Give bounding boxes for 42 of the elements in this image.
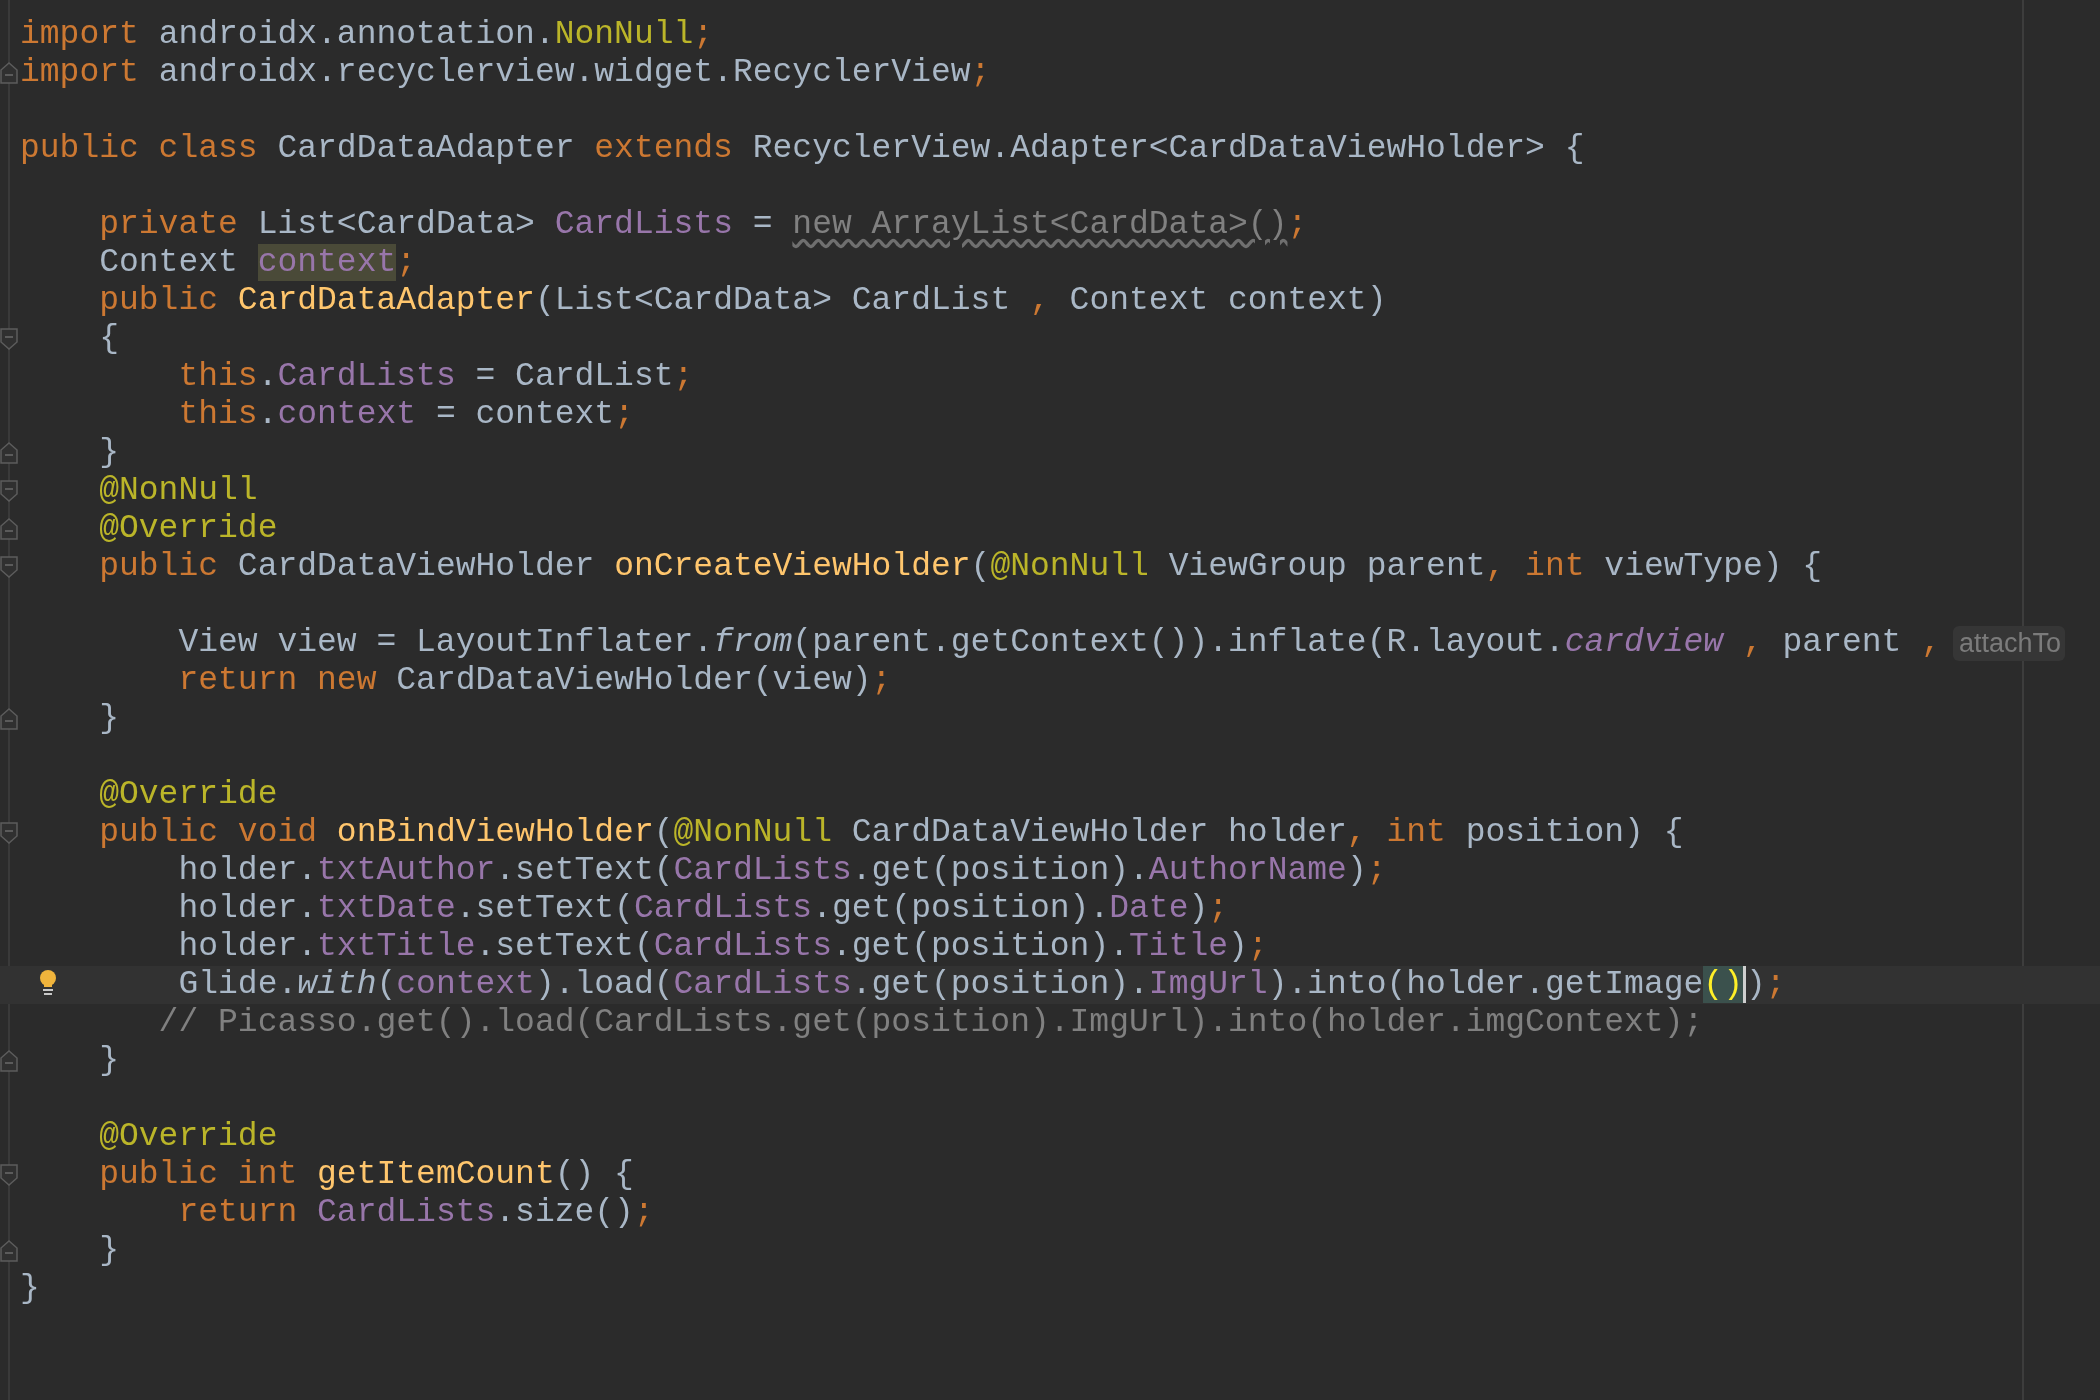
code-line: @Override [98, 510, 278, 548]
code-line: return new CardDataViewHolder(view); [177, 662, 892, 700]
code-line: public CardDataAdapter(List<CardData> CardList , Context context) [98, 282, 1387, 320]
code-line: } [98, 1042, 120, 1080]
lightbulb-icon[interactable] [38, 969, 58, 997]
code-line: @Override [98, 1118, 278, 1156]
code-line: Context context; [98, 244, 417, 282]
code-line: View view = LayoutInflater.from(parent.getContext()).inflate(R.layout.cardview , parent , [177, 624, 1941, 662]
code-line: } [98, 434, 120, 472]
fold-marker-icon[interactable] [0, 556, 18, 578]
code-line: { [98, 320, 120, 358]
code-line: holder.txtTitle.setText(CardLists.get(position).Title); [177, 928, 1268, 966]
code-line: // Picasso.get().load(CardLists.get(position).ImgUrl).into(holder.imgContext); [157, 1004, 1704, 1042]
code-line: import androidx.annotation.NonNull; [20, 16, 714, 54]
code-line: @NonNull [98, 472, 258, 510]
fold-marker-icon[interactable] [0, 1050, 18, 1072]
fold-marker-icon[interactable] [0, 708, 18, 730]
code-line: public void onBindViewHolder(@NonNull CardDataViewHolder holder, int position) { [98, 814, 1684, 852]
fold-marker-icon[interactable] [0, 62, 18, 84]
code-line: this.CardLists = CardList; [177, 358, 694, 396]
code-line: private List<CardData> CardLists = new ArrayList<CardData>(); [98, 206, 1308, 244]
fold-marker-icon[interactable] [0, 442, 18, 464]
code-line: public int getItemCount() { [98, 1156, 634, 1194]
fold-marker-icon[interactable] [0, 480, 18, 502]
code-line: this.context = context; [177, 396, 634, 434]
code-line: return CardLists.size(); [177, 1194, 654, 1232]
code-line: Glide.with(context).load(CardLists.get(position).ImgUrl).into(holder.getImage()); [177, 966, 1786, 1004]
code-line: holder.txtDate.setText(CardLists.get(position).Date); [177, 890, 1229, 928]
fold-marker-icon[interactable] [0, 518, 18, 540]
fold-marker-icon[interactable] [0, 1164, 18, 1186]
code-line: public class CardDataAdapter extends RecyclerView.Adapter<CardDataViewHolder> { [20, 130, 1585, 168]
code-line: public CardDataViewHolder onCreateViewHolder(@NonNull ViewGroup parent, int viewType) { [98, 548, 1823, 586]
code-line: } [20, 1270, 40, 1308]
code-line: @Override [98, 776, 278, 814]
parameter-hint: attachTo [1952, 625, 2066, 661]
fold-marker-icon[interactable] [0, 328, 18, 350]
fold-marker-icon[interactable] [0, 1240, 18, 1262]
fold-marker-icon[interactable] [0, 822, 18, 844]
code-line: } [98, 1232, 120, 1270]
code-line: holder.txtAuthor.setText(CardLists.get(position).AuthorName); [177, 852, 1387, 890]
code-line: } [98, 700, 120, 738]
code-line: import androidx.recyclerview.widget.RecyclerView; [20, 54, 991, 92]
